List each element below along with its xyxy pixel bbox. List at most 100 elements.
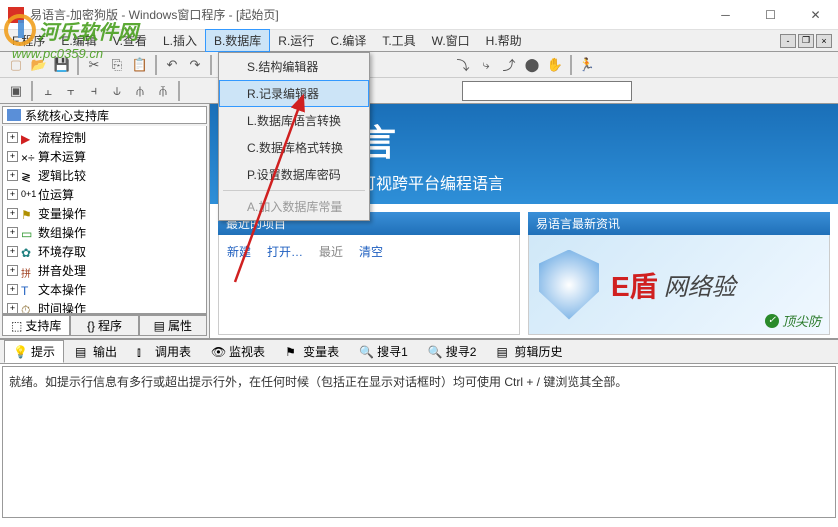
menu-run[interactable]: R.运行: [270, 30, 322, 51]
expand-icon[interactable]: +: [7, 246, 18, 257]
open-icon[interactable]: 📂: [29, 55, 49, 75]
mdi-minimize[interactable]: -: [780, 34, 796, 48]
dropdown-structure-editor[interactable]: S.结构编辑器: [219, 53, 369, 80]
tree-node: +▶流程控制: [3, 128, 206, 147]
dropdown-format-convert[interactable]: C.数据库格式转换: [219, 134, 369, 161]
maximize-button[interactable]: ☐: [748, 0, 793, 30]
dropdown-lang-convert[interactable]: L.数据库语言转换: [219, 107, 369, 134]
book-icon: ⬚: [11, 319, 22, 333]
expand-icon[interactable]: +: [7, 189, 18, 200]
run-special-icon[interactable]: 🏃: [577, 55, 597, 75]
paste-icon[interactable]: 📋: [130, 55, 150, 75]
dropdown-separator: [223, 190, 365, 191]
undo-icon[interactable]: ↶: [162, 55, 182, 75]
cut-icon[interactable]: ✂: [84, 55, 104, 75]
menu-file[interactable]: F.程序: [4, 30, 53, 51]
bulb-icon: 💡: [13, 345, 27, 359]
panel-news: 易语言最新资讯 E盾 网络验 ✓顶尖防: [528, 212, 830, 335]
close-button[interactable]: ✕: [793, 0, 838, 30]
btab-vars[interactable]: ⚑变量表: [276, 340, 348, 363]
btab-search2[interactable]: 🔍搜寻2: [419, 340, 486, 363]
save-icon[interactable]: 💾: [52, 55, 72, 75]
vars-icon: ⚑: [285, 345, 299, 359]
menu-view[interactable]: V.查看: [105, 30, 155, 51]
expand-icon[interactable]: +: [7, 208, 18, 219]
sidetab-program[interactable]: {}程序: [70, 315, 138, 336]
copy-icon[interactable]: ⎘: [107, 55, 127, 75]
menu-window[interactable]: W.窗口: [424, 30, 478, 51]
align-right-icon[interactable]: ⫞: [84, 81, 104, 101]
sidebar: 系统核心支持库 +▶流程控制 +×÷算术运算 +≷逻辑比较 +0+1位运算 +⚑…: [0, 104, 210, 338]
panel-recent: 最近的项目 新建 打开… 最近 清空: [218, 212, 520, 335]
dropdown-record-editor[interactable]: R.记录编辑器: [219, 80, 369, 107]
expand-icon[interactable]: +: [7, 227, 18, 238]
align-center-icon[interactable]: ⫟: [61, 81, 81, 101]
sidetab-support[interactable]: ⬚支持库: [2, 315, 70, 336]
shield-icon: [539, 250, 599, 320]
step-over-icon[interactable]: ⤵: [453, 55, 473, 75]
menu-insert[interactable]: L.插入: [155, 30, 205, 51]
step-out-icon[interactable]: ⤴: [499, 55, 519, 75]
title-bar: 易语言-加密狗版 - Windows窗口程序 - [起始页] ─ ☐ ✕: [0, 0, 838, 30]
window-title: 易语言-加密狗版 - Windows窗口程序 - [起始页]: [30, 6, 279, 23]
link-open[interactable]: 打开…: [267, 243, 303, 260]
btab-hint[interactable]: 💡提示: [4, 340, 64, 363]
mdi-restore[interactable]: ❐: [798, 34, 814, 48]
expand-icon[interactable]: +: [7, 151, 18, 162]
expand-icon[interactable]: +: [7, 265, 18, 276]
align-middle-icon[interactable]: ⫛: [130, 81, 150, 101]
props-icon: ▤: [154, 319, 165, 333]
align-top-icon[interactable]: ⫝: [107, 81, 127, 101]
sidetab-properties[interactable]: ▤属性: [139, 315, 207, 336]
menu-help[interactable]: H.帮助: [478, 30, 530, 51]
combo-selector[interactable]: [462, 81, 632, 101]
tree-node: +✿环境存取: [3, 242, 206, 261]
hand-icon[interactable]: ✋: [545, 55, 565, 75]
link-clear[interactable]: 清空: [359, 243, 383, 260]
check-icon: ✓: [765, 314, 779, 328]
btab-watch[interactable]: 👁监视表: [202, 340, 274, 363]
code-icon: {}: [87, 319, 95, 333]
stack-icon: ⫾: [137, 345, 151, 359]
tree-node: +拼拼音处理: [3, 261, 206, 280]
ad-banner[interactable]: E盾 网络验 ✓顶尖防: [529, 235, 829, 334]
tree-node: +⚑变量操作: [3, 204, 206, 223]
breakpoint-icon[interactable]: ⬤: [522, 55, 542, 75]
mdi-close[interactable]: ×: [816, 34, 832, 48]
book-icon: [7, 109, 21, 121]
tree-view[interactable]: +▶流程控制 +×÷算术运算 +≷逻辑比较 +0+1位运算 +⚑变量操作 +▭数…: [2, 126, 207, 314]
window-icon[interactable]: ▣: [6, 81, 26, 101]
btab-clipboard[interactable]: ▤剪辑历史: [487, 340, 571, 363]
expand-icon[interactable]: +: [7, 284, 18, 295]
menu-database[interactable]: B.数据库: [205, 29, 270, 52]
app-icon: [8, 7, 24, 23]
expand-icon[interactable]: +: [7, 303, 18, 314]
expand-icon[interactable]: +: [7, 132, 18, 143]
step-into-icon[interactable]: ⤷: [476, 55, 496, 75]
dropdown-add-constant: A.加入数据库常量: [219, 193, 369, 220]
btab-output[interactable]: ▤输出: [66, 340, 126, 363]
dropdown-set-password[interactable]: P.设置数据库密码: [219, 161, 369, 188]
search-icon: 🔍: [428, 345, 442, 359]
link-new[interactable]: 新建: [227, 243, 251, 260]
menu-edit[interactable]: E.编辑: [53, 30, 104, 51]
new-icon[interactable]: ▢: [6, 55, 26, 75]
database-dropdown: S.结构编辑器 R.记录编辑器 L.数据库语言转换 C.数据库格式转换 P.设置…: [218, 52, 370, 221]
sidebar-header: 系统核心支持库: [2, 106, 207, 124]
menu-tools[interactable]: T.工具: [374, 30, 423, 51]
tree-node: +▭数组操作: [3, 223, 206, 242]
expand-icon[interactable]: +: [7, 170, 18, 181]
redo-icon[interactable]: ↷: [185, 55, 205, 75]
tree-node: +×÷算术运算: [3, 147, 206, 166]
menu-bar: F.程序 E.编辑 V.查看 L.插入 B.数据库 R.运行 C.编译 T.工具…: [0, 30, 838, 52]
align-left-icon[interactable]: ⫠: [38, 81, 58, 101]
tree-node: +T文本操作: [3, 280, 206, 299]
output-icon: ▤: [75, 345, 89, 359]
menu-compile[interactable]: C.编译: [322, 30, 374, 51]
align-bottom-icon[interactable]: ⫚: [153, 81, 173, 101]
btab-search1[interactable]: 🔍搜寻1: [350, 340, 417, 363]
minimize-button[interactable]: ─: [703, 0, 748, 30]
link-recent[interactable]: 最近: [319, 243, 343, 260]
btab-callstack[interactable]: ⫾调用表: [128, 340, 200, 363]
tree-node: +0+1位运算: [3, 185, 206, 204]
